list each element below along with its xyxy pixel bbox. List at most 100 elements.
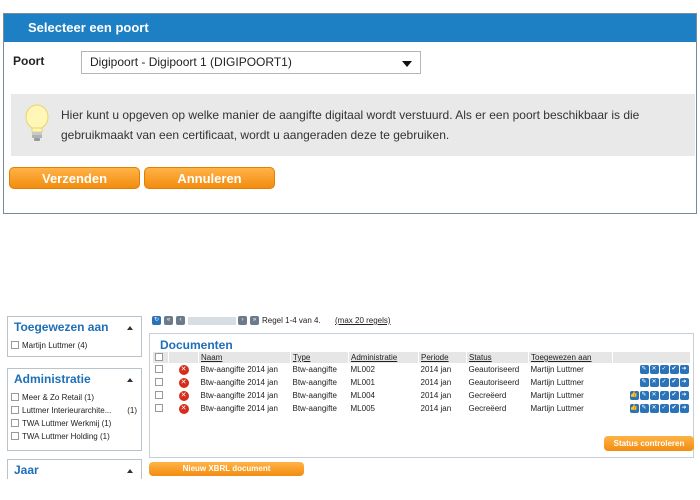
- row-actions: ✎ ✕ ✓ ✔ ➜: [613, 363, 691, 376]
- filter-item-label: TWA Luttmer Werkmij (1): [22, 419, 112, 428]
- collapse-icon[interactable]: [127, 378, 133, 382]
- lightbulb-icon: [25, 104, 49, 141]
- edit-icon[interactable]: ✎: [639, 391, 649, 401]
- edit-icon[interactable]: ✎: [639, 378, 649, 388]
- assigned-filter-title: Toegewezen aan: [14, 320, 109, 334]
- row-actions: 👍 ✎ ✕ ✓ ✔ ➜: [613, 402, 691, 415]
- checkbox[interactable]: [11, 432, 19, 441]
- row-checkbox[interactable]: [155, 378, 163, 387]
- check-icon[interactable]: ✔: [669, 391, 679, 401]
- close-icon[interactable]: ✕: [649, 391, 659, 401]
- last-page-icon[interactable]: »: [250, 316, 259, 325]
- send-icon[interactable]: ➜: [679, 378, 689, 388]
- delete-icon[interactable]: ✕: [178, 365, 189, 375]
- column-header-name[interactable]: Naam: [198, 352, 291, 363]
- close-icon[interactable]: ✕: [649, 378, 659, 388]
- collapse-icon[interactable]: [127, 469, 133, 473]
- cell-type: Btw-aangifte: [292, 365, 337, 374]
- send-icon[interactable]: ➜: [679, 365, 689, 375]
- cancel-button[interactable]: Annuleren: [144, 167, 275, 189]
- new-xbrl-document-button[interactable]: Nieuw XBRL document: [149, 462, 304, 476]
- dialog-title: Selecteer een poort: [4, 14, 696, 42]
- checkbox[interactable]: [11, 419, 19, 428]
- check-icon[interactable]: ✔: [669, 365, 679, 375]
- row-actions: 👍 ✎ ✕ ✓ ✔ ➜: [613, 389, 691, 402]
- send-icon[interactable]: ➜: [679, 404, 689, 414]
- cell-name: Btw-aangifte 2014 jan: [200, 378, 278, 387]
- approve-icon[interactable]: ✓: [659, 365, 669, 375]
- send-icon[interactable]: ➜: [679, 391, 689, 401]
- approve-icon[interactable]: ✓: [659, 378, 669, 388]
- edit-icon[interactable]: ✎: [639, 404, 649, 414]
- approve-icon[interactable]: ✓: [659, 404, 669, 414]
- column-header-type[interactable]: Type: [290, 352, 349, 363]
- max-rows-link[interactable]: (max 20 regels): [335, 316, 391, 325]
- administration-filter-title: Administratie: [14, 372, 91, 386]
- row-checkbox[interactable]: [155, 365, 163, 374]
- column-header-assignee[interactable]: Toegewezen aan: [528, 352, 613, 363]
- filter-item[interactable]: Luttmer Interieurarchite... (1): [8, 404, 141, 417]
- thumbs-up-icon[interactable]: 👍: [629, 391, 639, 401]
- filter-item[interactable]: Meer & Zo Retail (1): [8, 391, 141, 404]
- delete-icon[interactable]: ✕: [178, 391, 189, 401]
- filter-item[interactable]: TWA Luttmer Werkmij (1): [8, 417, 141, 430]
- table-row[interactable]: ✕ Btw-aangifte 2014 jan Btw-aangifte ML0…: [153, 376, 691, 389]
- cell-type: Btw-aangifte: [292, 404, 337, 413]
- cell-name: Btw-aangifte 2014 jan: [200, 365, 278, 374]
- filter-item-label: Martijn Luttmer (4): [22, 341, 88, 350]
- checkbox[interactable]: [11, 341, 19, 350]
- check-icon[interactable]: ✔: [669, 378, 679, 388]
- cell-status: Geautoriseerd: [468, 365, 520, 374]
- filter-item[interactable]: Martijn Luttmer (4): [8, 339, 141, 352]
- year-filter-header[interactable]: Jaar: [8, 460, 141, 482]
- year-filter-panel: Jaar: [7, 459, 142, 479]
- port-select[interactable]: Digipoort - Digipoort 1 (DIGIPOORT1): [81, 51, 421, 74]
- status-icon-header: [168, 352, 199, 363]
- column-header-status[interactable]: Status: [466, 352, 529, 363]
- cell-period: 2014 jan: [420, 391, 452, 400]
- cell-assignee: Martijn Luttmer: [530, 404, 584, 413]
- checkbox[interactable]: [11, 393, 19, 402]
- thumbs-up-icon[interactable]: 👍: [629, 404, 639, 414]
- filter-item[interactable]: TWA Luttmer Holding (1): [8, 430, 141, 443]
- hint-line-2: gebruikmaakt van een certificaat, wordt …: [61, 128, 450, 142]
- checkbox[interactable]: [11, 406, 19, 415]
- port-label: Poort: [13, 54, 45, 68]
- row-checkbox[interactable]: [155, 391, 163, 400]
- column-header-administration[interactable]: Administratie: [348, 352, 419, 363]
- check-status-button[interactable]: Status controleren: [604, 436, 694, 451]
- refresh-icon[interactable]: ↻: [152, 316, 161, 325]
- hint-line-1: Hier kunt u opgeven op welke manier de a…: [61, 108, 640, 122]
- hint-box: Hier kunt u opgeven op welke manier de a…: [11, 94, 695, 156]
- cell-administration: ML002: [350, 365, 375, 374]
- check-icon[interactable]: ✔: [669, 404, 679, 414]
- filter-item-label: Meer & Zo Retail (1): [22, 393, 95, 402]
- collapse-icon[interactable]: [127, 326, 133, 330]
- send-button[interactable]: Verzenden: [9, 167, 140, 189]
- filter-item-count: (1): [127, 406, 137, 415]
- close-icon[interactable]: ✕: [649, 365, 659, 375]
- table-row[interactable]: ✕ Btw-aangifte 2014 jan Btw-aangifte ML0…: [153, 389, 691, 402]
- prev-page-icon[interactable]: ‹: [176, 316, 185, 325]
- first-page-icon[interactable]: «: [164, 316, 173, 325]
- column-header-period[interactable]: Periode: [418, 352, 467, 363]
- assigned-filter-header[interactable]: Toegewezen aan: [8, 317, 141, 339]
- close-icon[interactable]: ✕: [649, 404, 659, 414]
- pager-bar: [188, 317, 236, 325]
- edit-icon[interactable]: ✎: [639, 365, 649, 375]
- pager-info: Regel 1-4 van 4.: [262, 316, 321, 325]
- documents-table: Naam Type Administratie Periode Status T…: [153, 352, 691, 415]
- select-all-checkbox[interactable]: [155, 353, 163, 362]
- administration-filter-panel: Administratie Meer & Zo Retail (1) Luttm…: [7, 368, 142, 451]
- delete-icon[interactable]: ✕: [178, 378, 189, 388]
- delete-icon[interactable]: ✕: [178, 404, 189, 414]
- next-page-icon[interactable]: ›: [238, 316, 247, 325]
- table-row[interactable]: ✕ Btw-aangifte 2014 jan Btw-aangifte ML0…: [153, 363, 691, 376]
- table-row[interactable]: ✕ Btw-aangifte 2014 jan Btw-aangifte ML0…: [153, 402, 691, 415]
- approve-icon[interactable]: ✓: [659, 391, 669, 401]
- cell-administration: ML005: [350, 404, 375, 413]
- administration-filter-header[interactable]: Administratie: [8, 369, 141, 391]
- row-checkbox[interactable]: [155, 404, 163, 413]
- documents-heading: Documenten: [160, 338, 233, 352]
- cell-assignee: Martijn Luttmer: [530, 378, 584, 387]
